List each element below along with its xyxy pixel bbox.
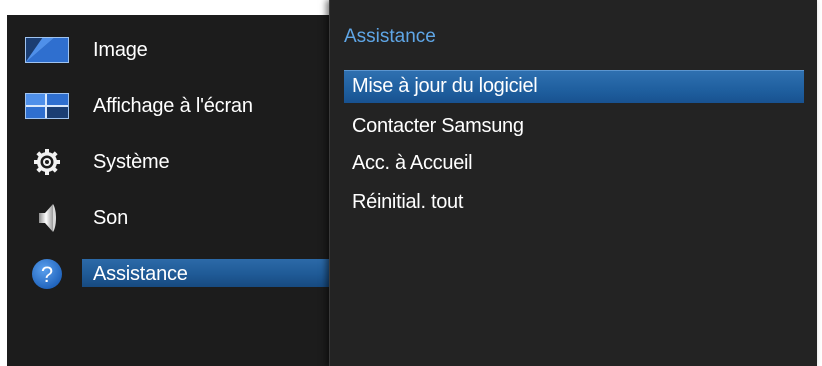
menu-item-assistance[interactable]: ? Assistance (7, 254, 330, 294)
menu-item-label: Assistance (93, 262, 188, 285)
menu-item-onscreen-display[interactable]: Affichage à l'écran (7, 86, 330, 126)
menu-item-label: Affichage à l'écran (93, 94, 253, 117)
submenu-item-software-update[interactable]: Mise à jour du logiciel (344, 70, 804, 103)
menu-item-sound[interactable]: Son (7, 198, 330, 238)
submenu-item-label: Contacter Samsung (352, 115, 524, 137)
gear-icon (25, 146, 69, 178)
onscreen-display-icon (25, 90, 69, 122)
submenu-title: Assistance (344, 26, 436, 47)
menu-item-label: Système (93, 150, 170, 173)
menu-item-image[interactable]: Image (7, 30, 330, 70)
submenu-item-contact-samsung[interactable]: Contacter Samsung (344, 111, 804, 143)
submenu-item-reset-all[interactable]: Réinitial. tout (344, 187, 804, 219)
speaker-icon (25, 202, 69, 234)
menu-item-label: Image (93, 38, 148, 61)
submenu-panel: Assistance Mise à jour du logiciel Conta… (329, 0, 817, 366)
submenu-item-label: Acc. à Accueil (352, 152, 473, 174)
help-icon: ? (25, 258, 69, 290)
menu-item-system[interactable]: Système (7, 142, 330, 182)
svg-text:?: ? (41, 262, 53, 287)
submenu-item-label: Réinitial. tout (352, 191, 464, 213)
main-menu-panel: Image Affichage à l'écran Système Son ? … (7, 15, 330, 366)
submenu-item-label: Mise à jour du logiciel (352, 75, 538, 97)
menu-item-label: Son (93, 206, 128, 229)
picture-icon (25, 34, 69, 66)
submenu-item-go-to-home[interactable]: Acc. à Accueil (344, 148, 804, 180)
